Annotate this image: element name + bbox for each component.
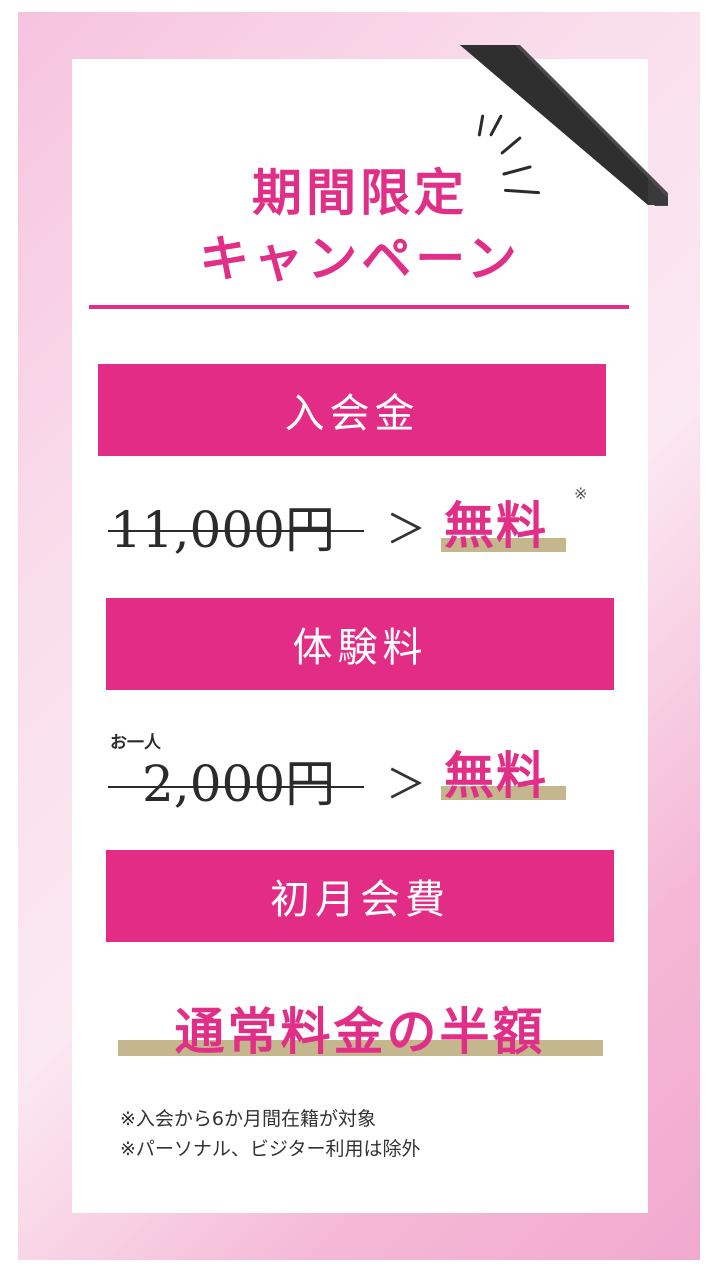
title-line-2: キャンペーン xyxy=(199,229,521,288)
half-price-label: 通常料金の半額 xyxy=(174,1002,546,1061)
note-mark: ※ xyxy=(574,484,588,503)
free-label-admission: 無料 xyxy=(444,496,548,555)
arrow-icon: ＞ xyxy=(386,762,426,808)
notes: ※入会から6か月間在籍が対象 ※パーソナル、ビジター利用は除外 xyxy=(120,1104,421,1164)
free-label-trial: 無料 xyxy=(444,746,548,805)
old-price-trial: 2,000円 xyxy=(142,755,336,813)
section-header-first-month: 初月会費 xyxy=(106,850,614,942)
strikethrough xyxy=(108,530,364,532)
note-line: ※入会から6か月間在籍が対象 xyxy=(120,1108,377,1130)
arrow-icon: ＞ xyxy=(386,507,426,553)
strikethrough xyxy=(108,786,364,788)
note-line: ※パーソナル、ビジター利用は除外 xyxy=(120,1138,421,1160)
section-header-trial: 体験料 xyxy=(106,598,614,690)
title-line-1: 期間限定 xyxy=(252,163,468,222)
page-title: 期間限定 キャンペーン xyxy=(72,160,648,292)
old-price-admission: 11,000円 xyxy=(110,501,335,559)
title-divider xyxy=(89,305,629,309)
section-header-admission: 入会金 xyxy=(98,364,606,456)
